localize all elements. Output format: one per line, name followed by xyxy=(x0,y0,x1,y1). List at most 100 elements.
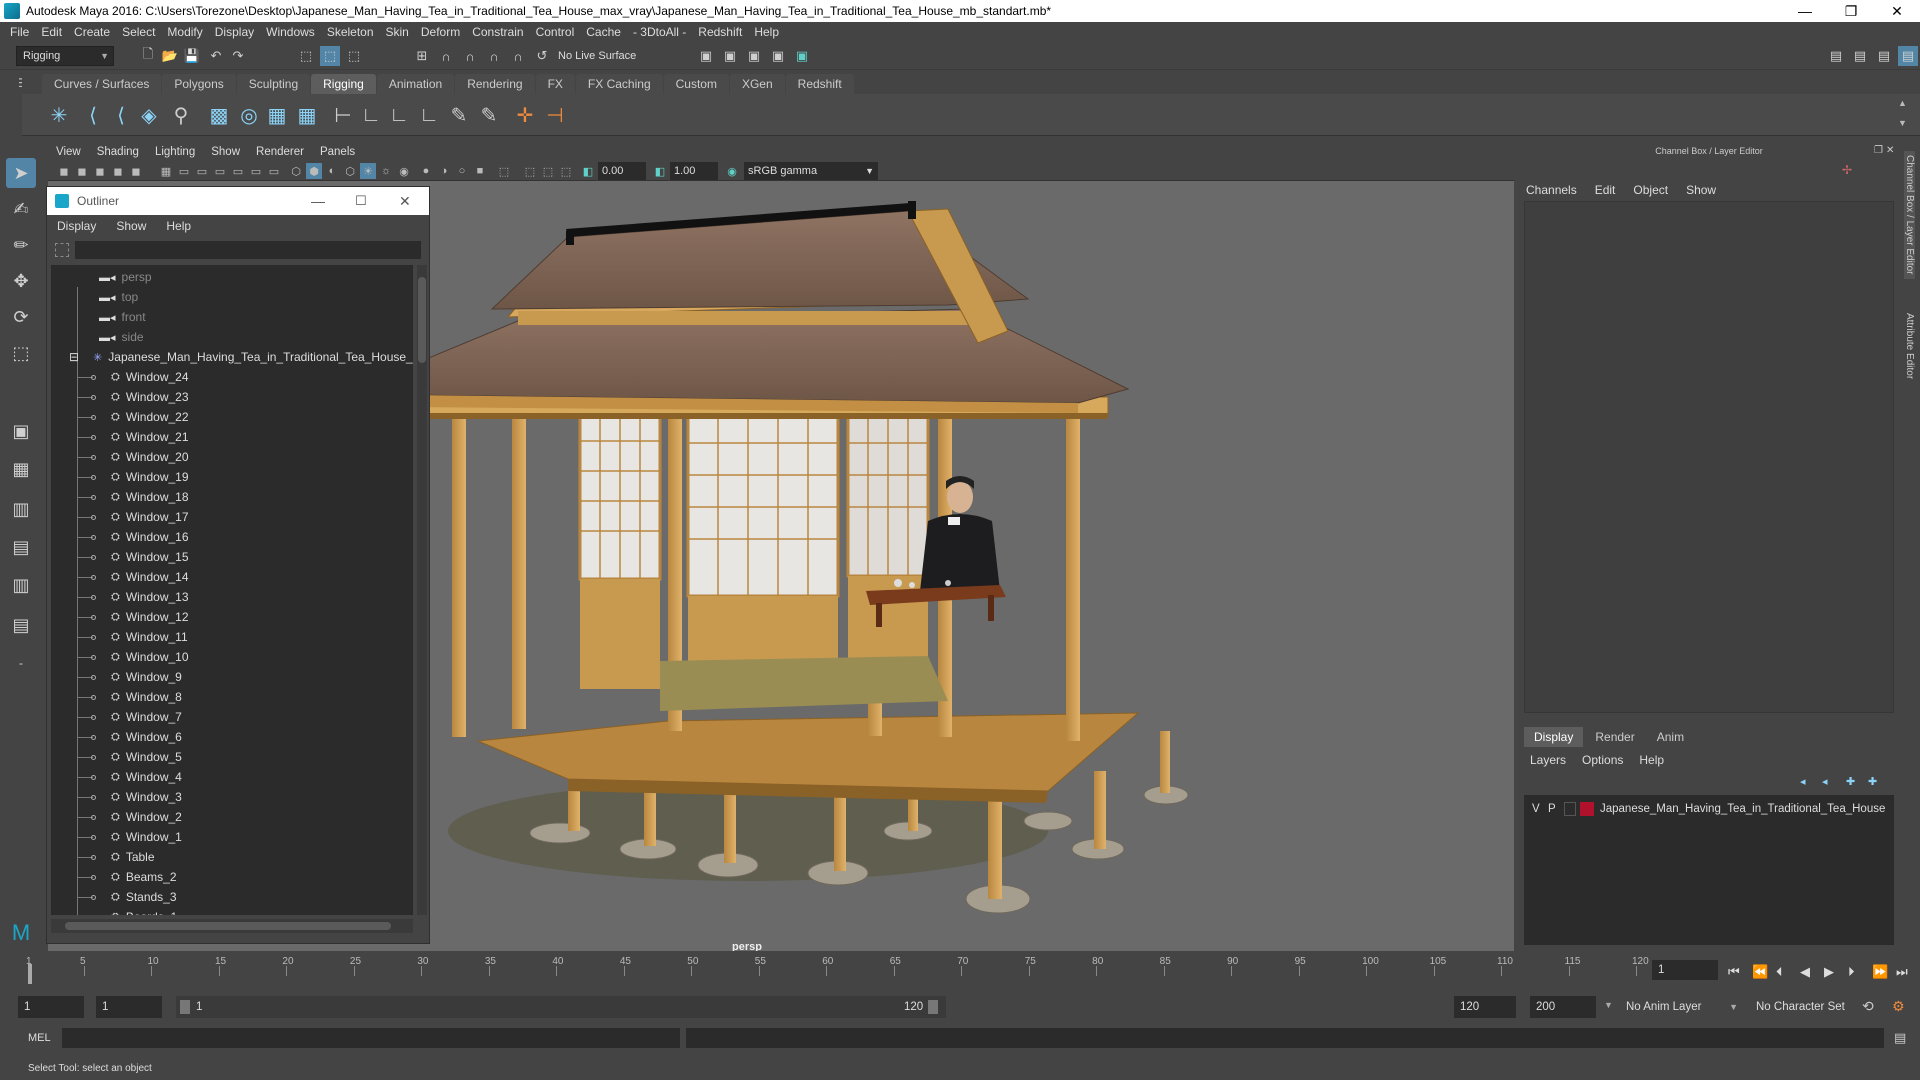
outliner-item[interactable]: ⛭ Window_12 xyxy=(51,607,413,627)
anim-layer-dropdown[interactable]: No Anim Layer ▼ xyxy=(1620,996,1742,1018)
outliner-filter-icon[interactable] xyxy=(55,243,69,257)
shelf-scroll-up-icon[interactable]: ▲ xyxy=(1898,98,1907,108)
cluster-handle-icon[interactable]: ⊣ xyxy=(540,99,570,131)
safe-action-icon[interactable]: ▭ xyxy=(248,163,264,179)
menu-deform[interactable]: Deform xyxy=(417,25,468,39)
layer-playback-toggle[interactable]: P xyxy=(1548,803,1564,815)
ik-spline-icon[interactable]: ⟨ xyxy=(106,99,136,131)
scale-tool-icon[interactable]: ⬚ xyxy=(6,338,36,368)
paint-select-tool-icon[interactable]: ✏ xyxy=(6,230,36,260)
viewport-menu-show[interactable]: Show xyxy=(203,146,248,158)
outliner-menu-help[interactable]: Help xyxy=(156,219,201,233)
outliner-item[interactable]: ⛭ Window_6 xyxy=(51,727,413,747)
collapse-icon[interactable]: ⊟ xyxy=(69,350,79,364)
motion-blur-icon[interactable]: ◑ xyxy=(436,163,452,179)
start-time-field[interactable]: 1 xyxy=(18,996,84,1018)
grid-icon[interactable]: ▦ xyxy=(158,163,174,179)
new-scene-icon[interactable]: 🗋 xyxy=(138,46,158,66)
field-chart-icon[interactable]: ▭ xyxy=(230,163,246,179)
tab-fx[interactable]: FX xyxy=(535,74,575,94)
menu-file[interactable]: File xyxy=(6,25,37,39)
step-back-key-icon[interactable]: ⏪ xyxy=(1752,964,1768,980)
tab-xgen[interactable]: XGen xyxy=(729,74,785,94)
xray-joints-icon[interactable]: ⬚ xyxy=(522,163,538,179)
help-menu[interactable]: Help xyxy=(1639,753,1664,767)
snap-curve-icon[interactable]: ∩ xyxy=(436,46,456,66)
outliner-item[interactable]: ⛭ Window_15 xyxy=(51,547,413,567)
image-plane-icon[interactable]: ◼ xyxy=(110,163,126,179)
hypershade-layout-icon[interactable]: ▤ xyxy=(6,610,36,640)
panel-float-icon[interactable]: ❐ xyxy=(1874,145,1883,156)
camera-attributes-icon[interactable]: ◼ xyxy=(74,163,90,179)
auto-key-icon[interactable]: ⟲ xyxy=(1862,998,1874,1015)
undo-icon[interactable]: ↶ xyxy=(206,46,226,66)
outliner-item[interactable]: ⛭ Window_13 xyxy=(51,587,413,607)
outliner-item[interactable]: ⛭ Window_9 xyxy=(51,667,413,687)
object-menu[interactable]: Object xyxy=(1633,183,1668,197)
range-start-handle[interactable] xyxy=(180,1000,190,1014)
select-tool-icon[interactable]: ➤ xyxy=(6,158,36,188)
locator-icon[interactable]: ✛ xyxy=(510,99,540,131)
script-editor-icon[interactable]: ▤ xyxy=(1894,1030,1906,1046)
use-all-lights-icon[interactable]: ☀ xyxy=(360,163,376,179)
panel-close-icon[interactable]: ✕ xyxy=(1886,145,1894,156)
outliner-menu-show[interactable]: Show xyxy=(106,219,156,233)
textured-icon[interactable]: ⬡ xyxy=(342,163,358,179)
select-object-icon[interactable]: ⬚ xyxy=(320,46,340,66)
maximize-button[interactable]: ❐ xyxy=(1828,0,1874,22)
outliner-item[interactable]: ⛭ Beams_2 xyxy=(51,867,413,887)
outliner-camera-front[interactable]: ▬◂ front xyxy=(51,307,413,327)
scroll-thumb[interactable] xyxy=(65,922,391,930)
snap-view-icon[interactable]: ∩ xyxy=(484,46,504,66)
tab-custom[interactable]: Custom xyxy=(663,74,729,94)
select-hierarchy-icon[interactable]: ⬚ xyxy=(296,46,316,66)
outliner-camera-side[interactable]: ▬◂ side xyxy=(51,327,413,347)
wrap-icon[interactable]: ▦ xyxy=(292,99,322,131)
parent-constraint-icon[interactable]: ⊢ xyxy=(328,99,358,131)
menu-edit[interactable]: Edit xyxy=(37,25,70,39)
outliner-item[interactable]: ⛭ Window_16 xyxy=(51,527,413,547)
scale-constraint-icon[interactable]: ∟ xyxy=(414,99,444,131)
tab-fx-caching[interactable]: FX Caching xyxy=(575,74,663,94)
ik-handle-icon[interactable]: ⟨ xyxy=(78,99,108,131)
rotate-tool-icon[interactable]: ⟳ xyxy=(6,302,36,332)
command-input[interactable] xyxy=(62,1028,680,1048)
menu-set-dropdown[interactable]: Rigging ▼ xyxy=(16,46,114,66)
move-layer-down-icon[interactable]: ◂ xyxy=(1822,775,1828,788)
outliner-item[interactable]: ⛭ Window_17 xyxy=(51,507,413,527)
lattice-icon[interactable]: ▦ xyxy=(262,99,292,131)
outliner-item[interactable]: ⛭ Window_21 xyxy=(51,427,413,447)
outliner-item[interactable]: ⛭ Window_24 xyxy=(51,367,413,387)
outliner-item[interactable]: ⛭ Table xyxy=(51,847,413,867)
layer-type-toggle[interactable] xyxy=(1564,802,1576,816)
persp-graph-layout-icon[interactable]: ▥ xyxy=(6,570,36,600)
xray-active-icon[interactable]: ⬚ xyxy=(540,163,556,179)
side-tab-attribute-editor[interactable]: Attribute Editor xyxy=(1904,313,1915,379)
move-tool-icon[interactable]: ✥ xyxy=(6,266,36,296)
outliner-root-group[interactable]: ⊟ ✳ Japanese_Man_Having_Tea_in_Traditional… xyxy=(51,347,413,367)
tab-animation[interactable]: Animation xyxy=(376,74,455,94)
viewport-menu-view[interactable]: View xyxy=(48,146,89,158)
camera-select-icon[interactable]: ◼ xyxy=(56,163,72,179)
live-surface-field[interactable]: No Live Surface xyxy=(552,46,652,66)
render-frame-icon[interactable]: ▣ xyxy=(696,46,716,66)
outliner-item[interactable]: ⛭ Window_11 xyxy=(51,627,413,647)
anti-alias-icon[interactable]: ○ xyxy=(454,163,470,179)
preferences-icon[interactable]: ⚙ xyxy=(1892,998,1905,1015)
current-time-marker[interactable] xyxy=(28,964,32,984)
layer-visibility-toggle[interactable]: V xyxy=(1532,803,1548,815)
resolution-gate-icon[interactable]: ▭ xyxy=(194,163,210,179)
menu-constrain[interactable]: Constrain xyxy=(468,25,531,39)
redo-icon[interactable]: ↷ xyxy=(228,46,248,66)
viewport-menu-lighting[interactable]: Lighting xyxy=(147,146,203,158)
layers-menu[interactable]: Layers xyxy=(1530,753,1566,767)
menu-display[interactable]: Display xyxy=(211,25,262,39)
outliner-item[interactable]: ⛭ Window_3 xyxy=(51,787,413,807)
shadows-icon[interactable]: ☼ xyxy=(378,163,394,179)
layout-icon[interactable]: ▤ xyxy=(1826,46,1846,66)
outliner-horizontal-scrollbar[interactable] xyxy=(51,919,413,933)
ambient-occlusion-icon[interactable]: ● xyxy=(418,163,434,179)
frame-all-icon[interactable]: ⬚ xyxy=(558,163,574,179)
step-forward-key-icon[interactable]: ⏩ xyxy=(1872,964,1888,980)
menu-3dtoall[interactable]: - 3DtoAll - xyxy=(629,25,694,39)
